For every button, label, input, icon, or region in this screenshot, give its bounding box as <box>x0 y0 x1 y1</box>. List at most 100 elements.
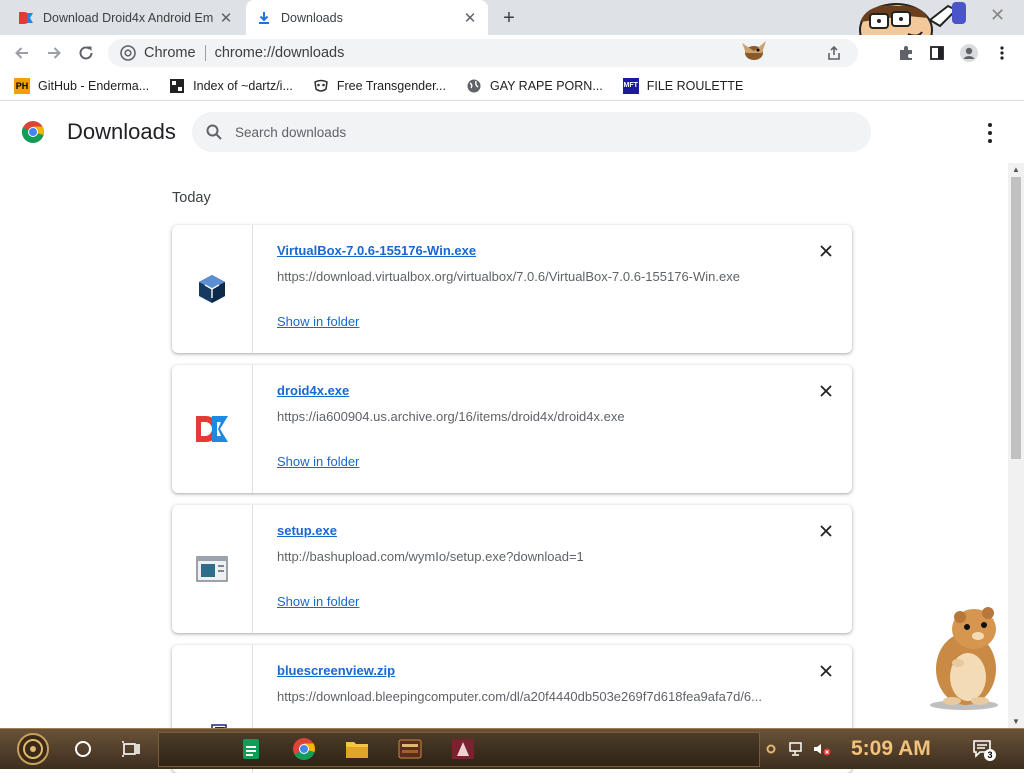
network-icon <box>789 742 802 756</box>
taskbar-clock[interactable]: 5:09 AM <box>851 737 931 761</box>
bookmark-label: GitHub - Enderma... <box>38 78 150 93</box>
kebab-menu-icon <box>1000 46 1004 60</box>
browser-toolbar: Chrome chrome://downloads <box>0 35 1024 71</box>
bookmark-index-of-dartz[interactable]: Index of ~dartz/i... <box>169 78 293 94</box>
close-icon <box>820 385 832 397</box>
share-button[interactable] <box>823 42 845 64</box>
url-text: chrome://downloads <box>214 45 345 61</box>
volume-muted-icon <box>814 744 831 756</box>
taskbar: 5:09 AM 3 <box>0 728 1024 769</box>
bookmarks-bar: PH GitHub - Enderma... Index of ~dartz/i… <box>0 71 1024 101</box>
file-url[interactable]: http://bashupload.com/wymIo/setup.exe?do… <box>277 549 797 564</box>
index-icon <box>169 78 185 94</box>
tab-downloads[interactable]: Downloads ✕ <box>246 0 488 35</box>
bookmark-label: Free Transgender... <box>336 78 446 93</box>
arrow-right-icon <box>48 47 61 59</box>
notification-center-button[interactable]: 3 <box>970 733 996 765</box>
globe-icon <box>466 78 482 94</box>
tab-droid4x[interactable]: Download Droid4x Android Em ✕ <box>8 0 244 35</box>
bookmark-globe-site[interactable]: GAY RAPE PORN... <box>466 78 603 94</box>
search-placeholder: Search downloads <box>235 124 347 140</box>
file-name-link[interactable]: setup.exe <box>277 523 337 538</box>
remove-download-button[interactable] <box>816 241 836 261</box>
chrome-chip-label: Chrome <box>144 45 196 61</box>
game-app-button[interactable] <box>449 733 477 765</box>
show-in-folder-link[interactable]: Show in folder <box>277 454 359 469</box>
chrome-logo-icon <box>21 120 45 149</box>
downloads-menu-button[interactable] <box>982 123 998 143</box>
forward-button[interactable] <box>41 40 67 66</box>
browser-menu-button[interactable] <box>991 42 1013 64</box>
new-tab-button[interactable]: + <box>498 7 520 29</box>
reload-button[interactable] <box>73 40 99 66</box>
task-view-icon <box>122 741 140 757</box>
close-tab-icon[interactable]: ✕ <box>218 10 234 27</box>
page-scrollbar[interactable]: ▲ ▼ <box>1008 163 1024 728</box>
close-tab-icon[interactable]: ✕ <box>462 10 478 27</box>
scrollbar-thumb[interactable] <box>1011 177 1021 459</box>
chrome-app-button[interactable] <box>290 733 318 765</box>
tab-strip: Download Droid4x Android Em ✕ Downloads … <box>0 0 1024 57</box>
file-icon-column <box>172 365 253 493</box>
scroll-down-arrow-icon[interactable]: ▼ <box>1012 717 1020 726</box>
media-app-button[interactable] <box>396 733 424 765</box>
notification-count-badge: 3 <box>984 749 996 761</box>
arrow-left-icon <box>15 47 28 59</box>
close-icon <box>820 245 832 257</box>
task-view-button[interactable] <box>118 733 144 765</box>
file-url[interactable]: https://ia600904.us.archive.org/16/items… <box>277 409 797 424</box>
bookmark-github[interactable]: PH GitHub - Enderma... <box>14 77 150 94</box>
mft-favicon-icon: MFT <box>622 77 639 94</box>
search-circle-button[interactable] <box>70 733 96 765</box>
back-button[interactable] <box>9 40 35 66</box>
chrome-icon <box>120 45 136 61</box>
tab-title: Downloads <box>281 10 343 25</box>
show-in-folder-link[interactable]: Show in folder <box>277 594 359 609</box>
game-app-icon <box>452 739 474 759</box>
network-tray-button[interactable] <box>786 733 808 765</box>
search-downloads-input[interactable]: Search downloads <box>192 112 871 152</box>
downloads-header: Downloads Search downloads <box>0 101 1024 163</box>
extensions-button[interactable] <box>895 42 917 64</box>
puzzle-icon <box>900 46 912 60</box>
droid4x-favicon-icon <box>18 10 34 26</box>
download-item: setup.exe http://bashupload.com/wymIo/se… <box>172 505 852 633</box>
bookmark-free-transgender[interactable]: Free Transgender... <box>313 78 446 94</box>
bird-sticker <box>736 37 772 72</box>
sheets-app-button[interactable] <box>238 733 264 765</box>
virtualbox-icon <box>199 275 225 303</box>
droid4x-icon <box>196 416 228 442</box>
file-icon-column <box>172 505 253 633</box>
file-name-link[interactable]: VirtualBox-7.0.6-155176-Win.exe <box>277 243 476 258</box>
volume-tray-button[interactable] <box>811 733 833 765</box>
remove-download-button[interactable] <box>816 381 836 401</box>
folder-icon <box>346 742 368 758</box>
gear-small-icon <box>766 744 776 754</box>
scroll-up-arrow-icon[interactable]: ▲ <box>1012 165 1020 174</box>
side-panel-button[interactable] <box>926 42 948 64</box>
search-icon <box>206 124 222 140</box>
hamster-desktop-pet <box>918 603 1010 716</box>
close-icon <box>820 525 832 537</box>
remove-download-button[interactable] <box>816 661 836 681</box>
close-icon <box>820 665 832 677</box>
show-hidden-icons-button[interactable] <box>764 733 778 765</box>
share-icon <box>828 45 840 60</box>
file-name-link[interactable]: bluescreenview.zip <box>277 663 395 678</box>
remove-download-button[interactable] <box>816 521 836 541</box>
steampunk-start-orb-icon <box>17 733 49 765</box>
bookmark-file-roulette[interactable]: MFT FILE ROULETTE <box>622 77 743 94</box>
section-heading-today: Today <box>172 190 211 206</box>
start-button[interactable] <box>10 733 56 765</box>
window-close-icon[interactable]: ✕ <box>990 5 1005 26</box>
file-url[interactable]: https://download.bleepingcomputer.com/dl… <box>277 689 797 704</box>
file-url[interactable]: https://download.virtualbox.org/virtualb… <box>277 269 797 284</box>
download-item: droid4x.exe https://ia600904.us.archive.… <box>172 365 852 493</box>
file-explorer-button[interactable] <box>343 733 371 765</box>
file-name-link[interactable]: droid4x.exe <box>277 383 349 398</box>
show-in-folder-link[interactable]: Show in folder <box>277 314 359 329</box>
profile-button[interactable] <box>958 42 980 64</box>
download-item: VirtualBox-7.0.6-155176-Win.exe https://… <box>172 225 852 353</box>
media-player-icon <box>398 739 422 759</box>
omnibox-divider <box>204 45 206 61</box>
